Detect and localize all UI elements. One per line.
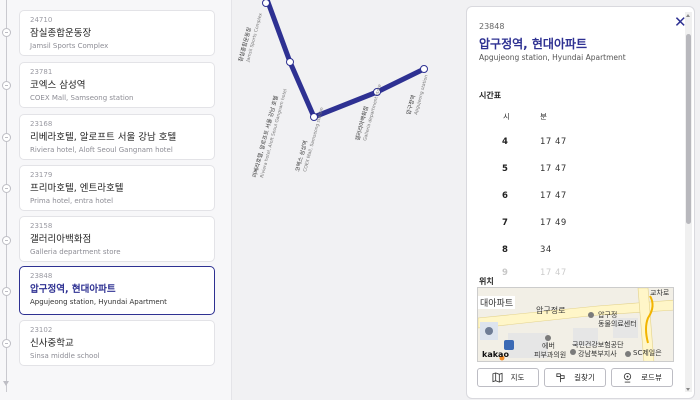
stop-name-en: Prima hotel, entra hotel bbox=[30, 197, 114, 205]
map-label-nhis: 강남북부지사 bbox=[578, 350, 617, 358]
stop-code: 23848 bbox=[30, 272, 53, 280]
stop-node-icon bbox=[2, 184, 11, 193]
timetable-minute-header: 분 bbox=[540, 112, 547, 121]
stop-code: 23102 bbox=[30, 326, 53, 334]
timetable-header: 시 분 bbox=[467, 111, 682, 125]
route-label-en: Apgujeong station bbox=[413, 74, 429, 115]
stop-name-en: Galleria department store bbox=[30, 248, 121, 256]
route-stop-marker[interactable] bbox=[286, 58, 294, 66]
timetable-minutes: 34 bbox=[540, 245, 552, 255]
timetable-row: 8 34 bbox=[467, 245, 682, 259]
detail-stop-code: 23848 bbox=[479, 22, 505, 31]
stop-name-en: Jamsil Sports Complex bbox=[30, 42, 109, 50]
stop-card-selected[interactable]: 23848 압구정역, 현대아파트 Apgujeong station, Hyu… bbox=[19, 266, 215, 315]
stop-node-icon bbox=[2, 287, 11, 296]
map-label-bank: SC제일은 bbox=[633, 349, 662, 357]
map-label-corner: 교차로 bbox=[650, 289, 670, 297]
timetable-row: 5 17 47 bbox=[467, 164, 682, 178]
location-title: 위치 bbox=[479, 276, 498, 287]
roadview-icon bbox=[624, 372, 632, 383]
map-label-clinic: 동물의료센터 bbox=[598, 320, 637, 328]
stop-name-en: COEX Mall, Samseong station bbox=[30, 94, 134, 102]
scrollbar-thumb[interactable] bbox=[686, 34, 691, 224]
timetable-minutes: 17 47 bbox=[540, 191, 567, 201]
roadview-button[interactable]: 로드뷰 bbox=[611, 368, 673, 387]
stop-name-ko: 잠실종합운동장 bbox=[30, 28, 92, 39]
stop-name-ko: 갤러리아백화점 bbox=[30, 234, 92, 245]
timetable-hour: 9 bbox=[502, 268, 508, 278]
scroll-down-icon[interactable] bbox=[686, 388, 690, 391]
detail-title: 압구정역, 현대아파트 bbox=[479, 37, 588, 51]
directions-button[interactable]: 길찾기 bbox=[544, 368, 606, 387]
stop-node-icon bbox=[2, 236, 11, 245]
map-label-station: 대아파트 bbox=[478, 296, 516, 309]
map-icon bbox=[492, 372, 503, 383]
stop-name-en: Riviera hotel, Aloft Seoul Gangnam hotel bbox=[30, 146, 173, 154]
stop-code: 23158 bbox=[30, 222, 53, 230]
route-stop-marker[interactable] bbox=[420, 65, 428, 73]
kakao-logo: kakao bbox=[482, 350, 509, 359]
detail-subtitle: Apgujeong station, Hyundai Apartment bbox=[479, 53, 626, 62]
timetable-hour: 8 bbox=[502, 245, 508, 255]
stop-node-icon bbox=[2, 133, 11, 142]
rail-arrow-icon bbox=[3, 381, 9, 386]
stop-name-ko: 압구정역, 현대아파트 bbox=[30, 284, 116, 295]
stop-name-ko: 리베라호텔, 알로프트 서울 강남 호텔 bbox=[30, 132, 177, 143]
route-map[interactable]: 잠실종합운동장 Jamsil Sports Complex 리베라호텔, 알로프… bbox=[233, 0, 466, 400]
route-rail bbox=[6, 0, 7, 392]
stop-card[interactable]: 23179 프리마호텔, 엔트라호텔 Prima hotel, entra ho… bbox=[19, 165, 215, 211]
scroll-up-icon[interactable] bbox=[686, 14, 690, 17]
stop-name-ko: 프리마호텔, 엔트라호텔 bbox=[30, 183, 124, 194]
stop-card[interactable]: 23168 리베라호텔, 알로프트 서울 강남 호텔 Riviera hotel… bbox=[19, 114, 215, 160]
timetable-hour: 6 bbox=[502, 191, 508, 201]
timetable-hour: 4 bbox=[502, 137, 508, 147]
stop-code: 24710 bbox=[30, 16, 53, 24]
timetable-hour: 5 bbox=[502, 164, 508, 174]
timetable-hour: 7 bbox=[502, 218, 508, 228]
map-label-derm: 피부과의원 bbox=[534, 351, 567, 359]
directions-button-label: 길찾기 bbox=[574, 373, 595, 382]
stop-code: 23168 bbox=[30, 120, 53, 128]
stop-name-en: Apgujeong station, Hyundai Apartment bbox=[30, 298, 167, 306]
stop-card[interactable]: 23781 코엑스 삼성역 COEX Mall, Samseong statio… bbox=[19, 62, 215, 108]
route-stop-marker[interactable] bbox=[262, 0, 270, 7]
stop-node-icon bbox=[2, 81, 11, 90]
timetable-title: 시간표 bbox=[479, 91, 502, 100]
stop-node-icon bbox=[2, 28, 11, 37]
map-button-label: 지도 bbox=[510, 373, 525, 382]
stop-node-icon bbox=[2, 339, 11, 348]
timetable-row: 6 17 47 bbox=[467, 191, 682, 205]
stop-card[interactable]: 24710 잠실종합운동장 Jamsil Sports Complex bbox=[19, 10, 215, 56]
stop-list: 24710 잠실종합운동장 Jamsil Sports Complex 2378… bbox=[0, 0, 232, 400]
timetable-minutes: 17 47 bbox=[540, 268, 567, 278]
timetable-row: 7 17 49 bbox=[467, 218, 682, 232]
stop-name-ko: 코엑스 삼성역 bbox=[30, 80, 86, 91]
stop-detail-panel: 23848 압구정역, 현대아파트 Apgujeong station, Hyu… bbox=[466, 6, 695, 399]
stop-code: 23781 bbox=[30, 68, 53, 76]
timetable-row: 9 17 47 bbox=[467, 268, 682, 282]
timetable-hour-header: 시 bbox=[503, 112, 510, 121]
stop-code: 23179 bbox=[30, 171, 53, 179]
stop-card[interactable]: 23158 갤러리아백화점 Galleria department store bbox=[19, 216, 215, 262]
map-label-road: 압구정로 bbox=[536, 306, 566, 315]
stop-name-ko: 신사중학교 bbox=[30, 338, 74, 349]
map-button[interactable]: 지도 bbox=[477, 368, 539, 387]
stop-card[interactable]: 23102 신사중학교 Sinsa middle school bbox=[19, 320, 215, 366]
timetable-row: 4 17 47 bbox=[467, 137, 682, 151]
roadview-button-label: 로드뷰 bbox=[641, 373, 662, 382]
timetable-minutes: 17 49 bbox=[540, 218, 567, 228]
timetable-minutes: 17 47 bbox=[540, 137, 567, 147]
directions-icon bbox=[556, 373, 565, 383]
stop-name-en: Sinsa middle school bbox=[30, 352, 100, 360]
timetable-minutes: 17 47 bbox=[540, 164, 567, 174]
location-map[interactable]: 대아파트 압구정로 압구정 동물의료센터 에버 피부과의원 국민건강보험공단 강… bbox=[477, 287, 674, 362]
